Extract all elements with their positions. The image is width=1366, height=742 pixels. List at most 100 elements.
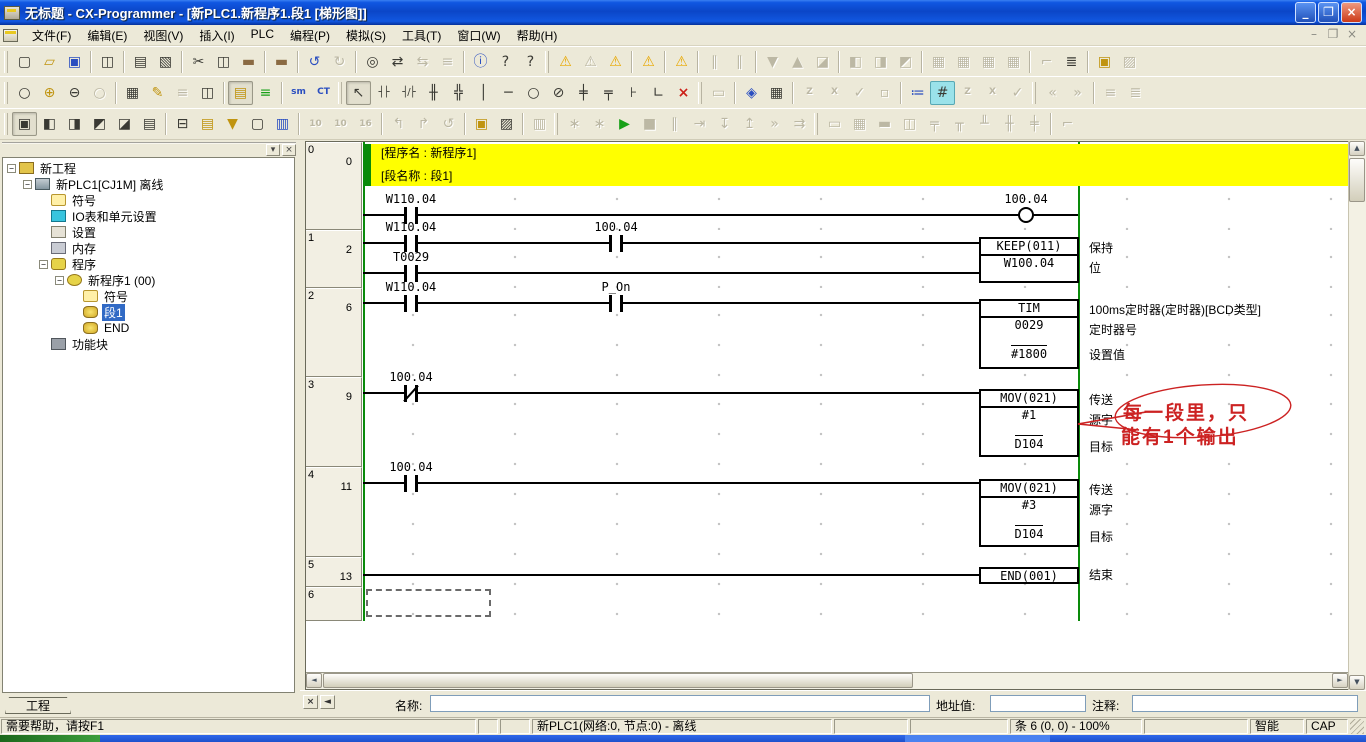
mdi-close-button[interactable]: ×: [1344, 28, 1360, 42]
save-button[interactable]: ▣: [62, 50, 87, 74]
work-online-button[interactable]: ⚠: [553, 50, 578, 74]
taskbar-open-window[interactable]: [905, 735, 1050, 742]
run-simulation-button[interactable]: ▶: [612, 112, 637, 136]
menu-tools[interactable]: 工具(T): [394, 25, 449, 46]
mdi-minimize-button[interactable]: –: [1306, 28, 1322, 42]
menu-simulation[interactable]: 模拟(S): [338, 25, 394, 46]
time-chart-monitor-button[interactable]: ≣: [1059, 50, 1084, 74]
new-button[interactable]: ▢: [12, 50, 37, 74]
restore-button[interactable]: ❐: [1318, 2, 1339, 23]
rung-margin-cell[interactable]: 00: [306, 142, 362, 230]
compile-button[interactable]: ◫: [95, 50, 120, 74]
no-contact[interactable]: W110.04: [397, 295, 425, 312]
new-or-contact-button[interactable]: ╫: [421, 81, 446, 105]
print-button[interactable]: ▤: [128, 50, 153, 74]
new-hor-line-button[interactable]: ─: [496, 81, 521, 105]
tree-item-settings[interactable]: 设置: [3, 224, 294, 240]
local-symbol-table-button[interactable]: ▤: [195, 112, 220, 136]
scroll-up-icon[interactable]: ▲: [1349, 141, 1365, 156]
new-vertical-line-button[interactable]: │: [471, 81, 496, 105]
paste-button[interactable]: ▬: [236, 50, 261, 74]
tree-item-program-1[interactable]: −新程序1 (00): [3, 272, 294, 288]
horizontal-scrollbar[interactable]: ◄ ►: [306, 672, 1348, 689]
monitor-window-button[interactable]: ▢: [245, 112, 270, 136]
menu-edit[interactable]: 编辑(E): [79, 25, 135, 46]
help-topics-button[interactable]: ?: [493, 50, 518, 74]
new-or-closed-contact-button[interactable]: ╬: [446, 81, 471, 105]
scroll-right-icon[interactable]: ►: [1332, 673, 1348, 688]
horizontal-scroll-thumb[interactable]: [323, 673, 913, 688]
instruction-box[interactable]: END(001): [979, 567, 1079, 584]
new-closed-coil-button[interactable]: ⊘: [546, 81, 571, 105]
print-preview-button[interactable]: ▧: [153, 50, 178, 74]
tree-item-io-table[interactable]: IO表和单元设置: [3, 208, 294, 224]
toggle-cross-reference-button[interactable]: ◩: [87, 112, 112, 136]
cross-reference-report-button[interactable]: ⊟: [170, 112, 195, 136]
menu-program[interactable]: 编程(P): [282, 25, 338, 46]
delete-element-button[interactable]: ×: [671, 81, 696, 105]
no-contact[interactable]: P_On: [602, 295, 630, 312]
cut-button[interactable]: ✂: [186, 50, 211, 74]
tree-collapse-icon[interactable]: −: [23, 180, 32, 189]
scroll-down-icon[interactable]: ▼: [1349, 675, 1365, 690]
edit-rung-comment-button[interactable]: ✎: [145, 81, 170, 105]
connect-line-button[interactable]: ∟: [646, 81, 671, 105]
tree-collapse-icon[interactable]: −: [55, 276, 64, 285]
new-coil-button[interactable]: ○: [521, 81, 546, 105]
section-list-button[interactable]: ▼: [220, 112, 245, 136]
tree-collapse-icon[interactable]: −: [39, 260, 48, 269]
rung-margin-cell[interactable]: 26: [306, 288, 362, 377]
watch-name-field[interactable]: [430, 695, 930, 712]
tree-item-programs[interactable]: −程序: [3, 256, 294, 272]
tree-item-project[interactable]: −新工程: [3, 160, 294, 176]
find-button[interactable]: ◎: [360, 50, 385, 74]
open-button[interactable]: ▱: [37, 50, 62, 74]
toggle-project-workspace-button[interactable]: ▣: [12, 112, 37, 136]
tree-item-program-symbols[interactable]: 符号: [3, 288, 294, 304]
zoom-to-fit-button[interactable]: ○: [12, 81, 37, 105]
differential-monitor-button[interactable]: ⚠: [636, 50, 661, 74]
watch-comment-field[interactable]: [1132, 695, 1358, 712]
tree-item-section-end[interactable]: END: [3, 320, 294, 336]
start-button-edge[interactable]: [0, 735, 100, 742]
rung-margin-cell[interactable]: 12: [306, 230, 362, 288]
zoom-in-button[interactable]: ⊕: [37, 81, 62, 105]
force-status-list-button[interactable]: ≔: [905, 81, 930, 105]
workspace-tab-project[interactable]: 工程: [5, 697, 71, 714]
show-instruction-dialog-button[interactable]: CT: [311, 81, 336, 105]
tree-item-memory[interactable]: 内存: [3, 240, 294, 256]
menu-view[interactable]: 视图(V): [135, 25, 191, 46]
differential-monitor-hh-button[interactable]: #: [930, 81, 955, 105]
scroll-left-icon[interactable]: ◄: [306, 673, 322, 688]
instruction-box[interactable]: TIM0029#1800: [979, 299, 1079, 369]
show-properties-button[interactable]: ▤: [137, 112, 162, 136]
smart-input-button[interactable]: sm: [286, 81, 311, 105]
new-contact-button[interactable]: ┤├: [371, 81, 396, 105]
instruction-box[interactable]: KEEP(011)W100.04: [979, 237, 1079, 283]
context-help-button[interactable]: ?: [518, 50, 543, 74]
new-plc-instruction-button[interactable]: ╪: [571, 81, 596, 105]
tree-item-function-blocks[interactable]: 功能块: [3, 336, 294, 352]
select-mode-button[interactable]: ↖: [346, 81, 371, 105]
show-section-tree-button[interactable]: ≡: [253, 81, 278, 105]
mdi-restore-button[interactable]: ❐: [1325, 28, 1341, 42]
show-grid-button[interactable]: ▦: [120, 81, 145, 105]
new-closed-contact-button[interactable]: ┤/├: [396, 81, 421, 105]
set-password-button[interactable]: ▣: [469, 112, 494, 136]
rung-margin-cell[interactable]: 513: [306, 557, 362, 587]
menu-help[interactable]: 帮助(H): [509, 25, 566, 46]
keyboard-mapping-button[interactable]: ▥: [270, 112, 295, 136]
nc-contact[interactable]: 100.04: [397, 385, 425, 402]
program-check-button[interactable]: ▦: [764, 81, 789, 105]
replace-button[interactable]: ⇄: [385, 50, 410, 74]
toggle-watch-window-button[interactable]: ◨: [62, 112, 87, 136]
show-symbol-table-button[interactable]: ▤: [228, 81, 253, 105]
copy-button[interactable]: ◫: [211, 50, 236, 74]
rung-header-comment[interactable]: [程序名 : 新程序1][段名称 : 段1]: [363, 144, 1348, 186]
workspace-close-icon[interactable]: ×: [282, 144, 296, 156]
toggle-output-window-button[interactable]: ◧: [37, 112, 62, 136]
watch-address-field[interactable]: [990, 695, 1086, 712]
undo-button[interactable]: ↺: [302, 50, 327, 74]
menu-insert[interactable]: 插入(I): [191, 25, 242, 46]
rung-margin-cell[interactable]: 39: [306, 377, 362, 467]
